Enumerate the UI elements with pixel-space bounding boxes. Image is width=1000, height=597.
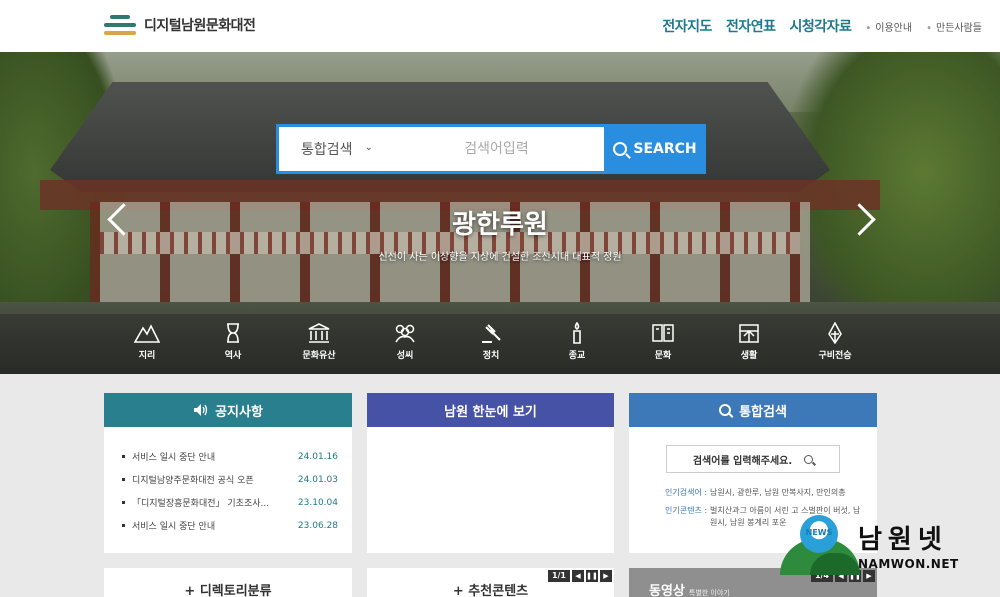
glance-panel-header[interactable]: 남원 한눈에 보기 [367, 393, 614, 427]
search-button[interactable]: SEARCH [604, 124, 706, 174]
category-life[interactable]: 생활 [706, 314, 792, 374]
list-item[interactable]: 서비스 일시 중단 안내 23.06.28 [122, 514, 338, 537]
speaker-icon [194, 404, 208, 416]
namwon-net-watermark: NEWS 남원넷 NAMWON.NET [780, 515, 990, 585]
people-icon [395, 324, 415, 343]
candle-icon [573, 322, 581, 344]
gavel-icon [482, 324, 501, 343]
temple-icon [308, 323, 330, 343]
watermark-url: NAMWON.NET [858, 557, 959, 571]
category-politics[interactable]: 정치 [448, 314, 534, 374]
main-search-box: 통합검색 ⌄ SEARCH [276, 124, 706, 174]
category-geography[interactable]: 지리 [104, 314, 190, 374]
category-religion[interactable]: 종교 [534, 314, 620, 374]
list-item[interactable]: 서비스 일시 중단 안내 24.01.16 [122, 445, 338, 468]
chevron-down-icon: ⌄ [364, 142, 373, 153]
category-bar: 지리 역사 문화유산 성씨 정치 종교 문화 생활 구비전승 [0, 314, 1000, 374]
notice-panel: 공지사항 서비스 일시 중단 안내 24.01.16 디지털남양주문화대전 공식 … [104, 393, 352, 553]
search-category-select[interactable]: 통합검색 ⌄ [279, 127, 389, 171]
namwon-glance-panel: 남원 한눈에 보기 [367, 393, 614, 553]
directory-panel: + 디렉토리분류 [104, 568, 352, 597]
top-nav: 전자지도 전자연표 시청각자료 이용안내 만든사람들 [648, 16, 982, 36]
notice-panel-header[interactable]: 공지사항 [104, 393, 352, 427]
site-logo[interactable]: 디지털남원문화대전 [104, 12, 256, 38]
logo-icon [104, 12, 136, 38]
nav-audiovisual[interactable]: 시청각자료 [789, 16, 851, 36]
list-item[interactable]: 디지털남양주문화대전 공식 오픈 24.01.03 [122, 468, 338, 491]
search-icon [613, 142, 628, 156]
mountain-icon [134, 324, 160, 343]
integrated-search-input[interactable]: 검색어를 입력해주세요. [666, 445, 840, 473]
category-surnames[interactable]: 성씨 [362, 314, 448, 374]
pen-icon [828, 322, 842, 344]
slide-subtitle: 신선이 사는 이상향을 지상에 건설한 조선시대 대표적 정원 [378, 252, 622, 263]
integrated-search-header[interactable]: 통합검색 [629, 393, 877, 427]
list-item[interactable]: 「디지털장흥문화대전」 기초조사... 23.10.04 [122, 491, 338, 514]
watermark-name: 남원넷 [858, 525, 948, 555]
next-icon[interactable]: ▶ [600, 570, 612, 582]
category-oral-tradition[interactable]: 구비전승 [792, 314, 878, 374]
slide-next-arrow[interactable] [854, 198, 878, 240]
nav-usage-guide[interactable]: 이용안내 [865, 19, 912, 34]
site-header: 디지털남원문화대전 전자지도 전자연표 시청각자료 이용안내 만든사람들 [0, 0, 1000, 52]
nav-credits[interactable]: 만든사람들 [926, 19, 982, 34]
directory-title[interactable]: + 디렉토리분류 [104, 568, 352, 597]
recommend-pager: 1/1 ◀ ❚❚ ▶ [547, 570, 612, 582]
news-ball-icon: NEWS [800, 515, 838, 553]
nav-electronic-map[interactable]: 전자지도 [662, 16, 712, 36]
category-heritage[interactable]: 문화유산 [276, 314, 362, 374]
category-history[interactable]: 역사 [190, 314, 276, 374]
pause-icon[interactable]: ❚❚ [586, 570, 598, 582]
hourglass-icon [227, 323, 239, 343]
logo-text: 디지털남원문화대전 [144, 18, 256, 34]
popular-keywords[interactable]: 남원시, 광한루, 남원 만복사지, 만인의총 [710, 487, 846, 499]
category-culture[interactable]: 문화 [620, 314, 706, 374]
nav-chronology[interactable]: 전자연표 [726, 16, 776, 36]
notice-list: 서비스 일시 중단 안내 24.01.16 디지털남양주문화대전 공식 오픈 24.… [104, 427, 352, 537]
house-icon [739, 324, 759, 343]
search-icon [719, 404, 732, 416]
prev-icon[interactable]: ◀ [572, 570, 584, 582]
book-icon [652, 324, 674, 342]
slide-prev-arrow[interactable] [104, 198, 128, 240]
search-input[interactable] [389, 127, 604, 171]
recommend-panel: + 추천콘텐츠 1/1 ◀ ❚❚ ▶ [367, 568, 614, 597]
search-icon [804, 454, 814, 464]
